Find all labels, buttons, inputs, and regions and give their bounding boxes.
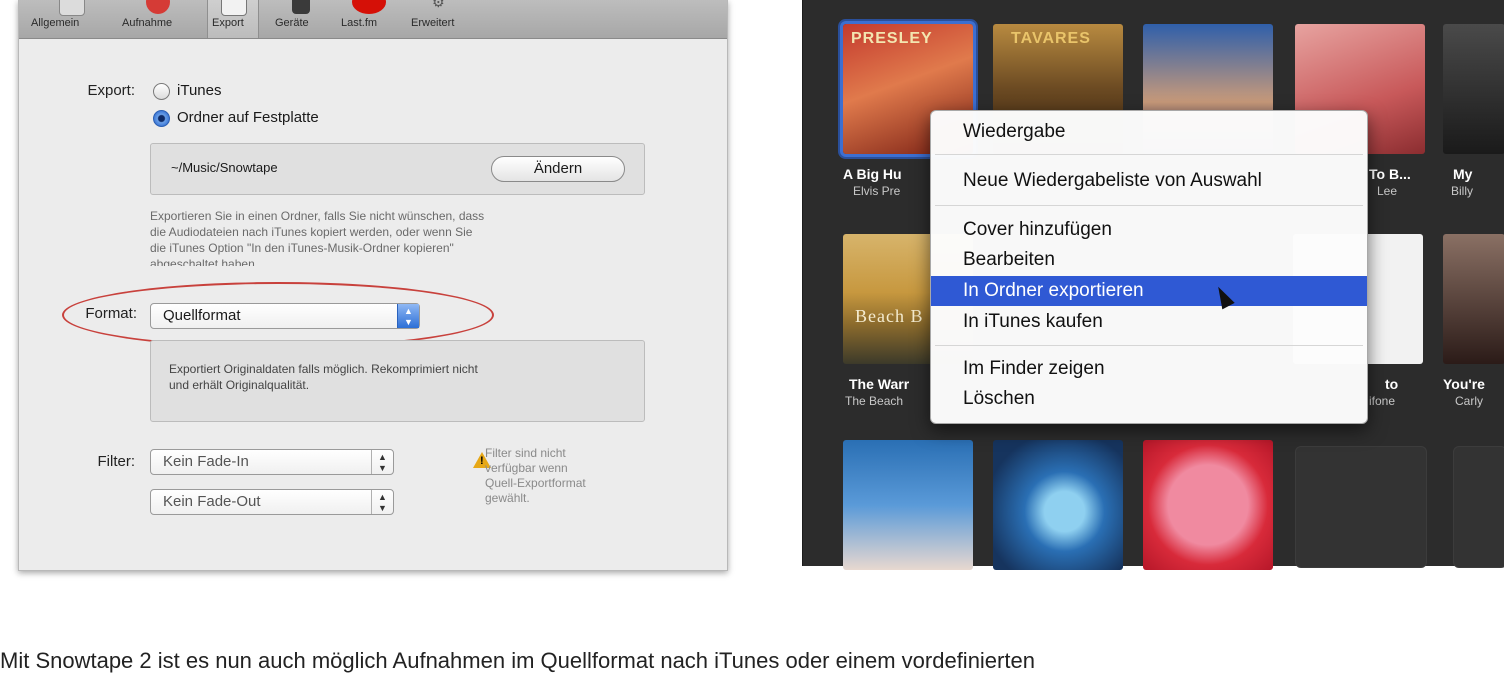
toolbar-tab-advanced[interactable]: ⚙ Erweitert [411, 0, 477, 38]
menu-separator [935, 205, 1363, 206]
menu-item-play[interactable]: Wiedergabe [931, 117, 1367, 147]
album-artist: Billy [1451, 184, 1474, 198]
album-cover[interactable] [843, 440, 973, 570]
fade-in-popup[interactable]: Kein Fade-In ▲ ▼ [150, 449, 394, 475]
empty-album-slot [1295, 446, 1427, 568]
album-title: A Big Hu [843, 166, 902, 182]
format-description-box: Exportiert Originaldaten falls möglich. … [150, 340, 645, 422]
filter-label: Filter: [97, 453, 136, 470]
album-artist: Elvis Pre [853, 184, 901, 198]
menu-item-buy-in-itunes[interactable]: In iTunes kaufen [931, 307, 1367, 337]
album-title: You're [1443, 376, 1485, 392]
context-menu: Wiedergabe Neue Wiedergabeliste von Ausw… [930, 110, 1368, 424]
annotation-highlight-ellipse [62, 282, 494, 348]
toolbar-tab-recording[interactable]: Aufnahme [122, 0, 194, 38]
album-artist: Carly [1455, 394, 1484, 408]
lastfm-icon [352, 0, 386, 14]
record-icon [146, 0, 170, 14]
album-artist: ifone [1369, 394, 1396, 408]
export-path-box: ~/Music/Snowtape Ändern [150, 143, 645, 195]
export-icon [221, 0, 247, 16]
album-title: to [1385, 376, 1399, 392]
album-artist: Lee [1377, 184, 1398, 198]
advanced-icon: ⚙ [432, 0, 445, 10]
toolbar-tab-general[interactable]: Allgemein [31, 0, 111, 38]
toolbar-tab-devices[interactable]: Geräte [275, 0, 327, 38]
export-folder-radio[interactable] [153, 110, 170, 127]
album-title: My [1453, 166, 1473, 182]
menu-item-add-cover[interactable]: Cover hinzufügen [931, 215, 1367, 245]
empty-album-slot [1453, 446, 1504, 568]
export-itunes-radio[interactable] [153, 83, 170, 100]
preferences-window: Allgemein Aufnahme Export Geräte Last.fm… [18, 0, 728, 571]
popup-arrows-icon: ▲ ▼ [371, 490, 393, 514]
album-title: To B... [1369, 166, 1411, 182]
menu-item-edit[interactable]: Bearbeiten [931, 245, 1367, 275]
toolbar-tab-lastfm[interactable]: Last.fm [341, 0, 397, 38]
album-cover[interactable] [993, 440, 1123, 570]
fade-out-popup[interactable]: Kein Fade-Out ▲ ▼ [150, 489, 394, 515]
filter-warning-text: Filter sind nicht verfügbar wenn Quell-E… [485, 446, 586, 505]
devices-icon [292, 0, 310, 14]
export-help-text: Exportieren Sie in einen Ordner, falls S… [150, 209, 485, 266]
export-path: ~/Music/Snowtape [171, 160, 278, 175]
album-title: The Warr [849, 376, 910, 392]
album-cover[interactable] [1443, 234, 1504, 364]
menu-item-new-playlist[interactable]: Neue Wiedergabeliste von Auswahl [931, 166, 1367, 196]
menu-separator [935, 154, 1363, 155]
toolbar-tab-export[interactable]: Export [207, 0, 259, 38]
export-itunes-label: iTunes [177, 82, 222, 99]
export-folder-label: Ordner auf Festplatte [177, 109, 319, 126]
album-cover[interactable] [1143, 440, 1273, 570]
preferences-toolbar: Allgemein Aufnahme Export Geräte Last.fm… [19, 0, 727, 39]
album-cover[interactable] [1443, 24, 1504, 154]
general-icon [59, 0, 85, 16]
menu-item-export-to-folder[interactable]: In Ordner exportieren [931, 276, 1367, 306]
menu-item-delete[interactable]: Löschen [931, 384, 1367, 414]
album-artist: The Beach [845, 394, 904, 408]
menu-separator [935, 345, 1363, 346]
menu-item-show-in-finder[interactable]: Im Finder zeigen [931, 354, 1367, 384]
export-label: Export: [87, 82, 135, 99]
caption-text: Mit Snowtape 2 ist es nun auch möglich A… [0, 648, 1035, 673]
popup-arrows-icon: ▲ ▼ [371, 450, 393, 474]
change-folder-button[interactable]: Ändern [491, 156, 625, 182]
